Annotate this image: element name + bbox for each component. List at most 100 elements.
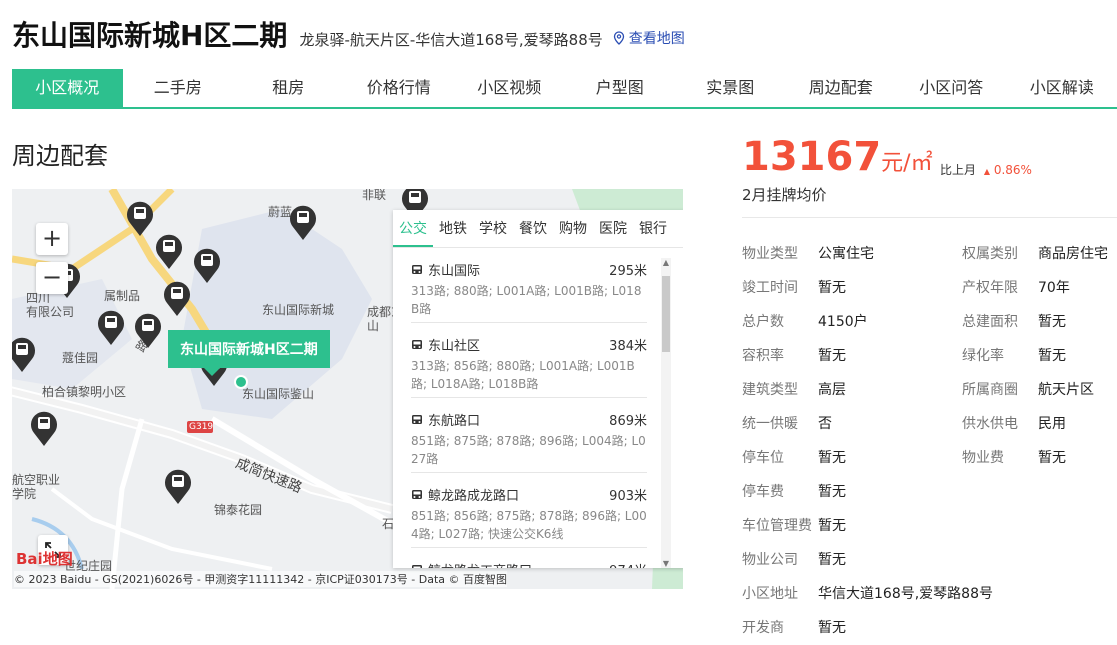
info-key: 产权年限 — [962, 271, 1038, 305]
compare-label: 比上月 — [940, 163, 976, 177]
info-row: 车位管理费暂无 — [742, 509, 993, 543]
bus-stop-marker-icon[interactable] — [29, 409, 59, 447]
info-row: 物业类型公寓住宅 — [742, 237, 993, 271]
price-note: 2月挂牌均价 — [742, 184, 827, 205]
tab-bank[interactable]: 银行 — [633, 210, 673, 247]
tab-analysis[interactable]: 小区解读 — [1007, 69, 1117, 107]
list-item[interactable]: 东山国际295米 313路; 880路; L001A路; L001B路; L01… — [411, 248, 647, 323]
tab-photos[interactable]: 实景图 — [675, 69, 786, 107]
list-item[interactable]: 东航路口869米 851路; 875路; 878路; 896路; L004路; … — [411, 398, 647, 473]
map-place-feilian: 非联 — [362, 189, 386, 203]
info-key: 总户数 — [742, 305, 818, 339]
map-place-dongshan-newcity: 东山国际新城 — [262, 301, 334, 318]
stop-routes: 851路; 856路; 875路; 878路; 896路; L004路; L02… — [411, 507, 647, 543]
info-key: 总建面积 — [962, 305, 1038, 339]
info-row: 权属类别商品房住宅 — [962, 237, 1108, 271]
tab-rent[interactable]: 租房 — [233, 69, 344, 107]
zoom-in-button[interactable]: + — [36, 223, 68, 255]
info-key: 所属商圈 — [962, 373, 1038, 407]
tab-overview[interactable]: 小区概况 — [12, 69, 123, 107]
tab-surroundings[interactable]: 周边配套 — [786, 69, 897, 107]
compare-value: 0.86% — [994, 163, 1032, 177]
view-map-link[interactable]: 查看地图 — [613, 28, 685, 48]
community-location-dot — [234, 375, 248, 389]
tab-qa[interactable]: 小区问答 — [896, 69, 1007, 107]
info-value: 暂无 — [818, 348, 846, 364]
page-title: 东山国际新城H区二期 — [12, 14, 287, 54]
price-unit: 元/㎡ — [881, 151, 932, 176]
view-map-label: 查看地图 — [629, 28, 685, 48]
tab-floor-plans[interactable]: 户型图 — [565, 69, 676, 107]
tab-school[interactable]: 学校 — [473, 210, 513, 247]
info-value: 暂无 — [818, 484, 846, 500]
list-item[interactable]: 鲸龙路成龙路口903米 851路; 856路; 875路; 878路; 896路… — [411, 473, 647, 548]
community-map-label[interactable]: 东山国际新城H区二期 — [168, 330, 330, 368]
info-key: 物业公司 — [742, 543, 818, 577]
scroll-up-arrow-icon[interactable]: ▲ — [661, 258, 671, 267]
info-row: 停车位暂无 — [742, 441, 993, 475]
info-row: 物业公司暂无 — [742, 543, 993, 577]
bus-stop-marker-icon[interactable] — [125, 199, 155, 237]
bus-stop-marker-icon[interactable] — [96, 308, 126, 346]
map-copyright: © 2023 Baidu - GS(2021)6026号 - 甲测资字11111… — [14, 571, 507, 587]
bus-stop-marker-icon[interactable] — [288, 203, 318, 241]
info-row: 建筑类型高层 — [742, 373, 993, 407]
map-place-jianshan: 东山国际鉴山 — [242, 385, 314, 402]
tab-dining[interactable]: 餐饮 — [513, 210, 553, 247]
bus-stop-marker-icon[interactable] — [12, 335, 37, 373]
tab-shopping[interactable]: 购物 — [553, 210, 593, 247]
info-value: 高层 — [818, 382, 846, 398]
map-place-koujia: 蔻佳园 — [62, 349, 98, 366]
section-title: 周边配套 — [12, 136, 108, 171]
scroll-down-arrow-icon[interactable]: ▼ — [661, 559, 671, 568]
bus-stop-marker-icon[interactable] — [192, 246, 222, 284]
scrollbar-thumb[interactable] — [662, 276, 670, 352]
map-place-products: 属制品 — [104, 287, 140, 304]
info-value: 暂无 — [1038, 450, 1066, 466]
surroundings-map[interactable]: 蔚蓝 东山国际新城 成都东山 东山国际鉴山 柏合镇黎明小区 锦泰花园 航空职业学… — [12, 189, 683, 589]
tab-bus[interactable]: 公交 — [393, 210, 433, 247]
tab-video[interactable]: 小区视频 — [454, 69, 565, 107]
info-value: 商品房住宅 — [1038, 246, 1108, 262]
info-row: 产权年限70年 — [962, 271, 1108, 305]
tab-second-hand[interactable]: 二手房 — [123, 69, 234, 107]
stop-name: 东山国际 — [428, 260, 480, 279]
stop-name: 东山社区 — [428, 335, 480, 354]
stop-distance: 974米 — [609, 560, 647, 568]
info-row: 竣工时间暂无 — [742, 271, 993, 305]
info-row: 总户数4150户 — [742, 305, 993, 339]
info-value: 4150户 — [818, 314, 868, 330]
info-value: 华信大道168号,爱琴路88号 — [818, 586, 993, 602]
tab-price-trend[interactable]: 价格行情 — [344, 69, 455, 107]
info-list-left: 物业类型公寓住宅 竣工时间暂无 总户数4150户 容积率暂无 建筑类型高层 统一… — [742, 237, 993, 645]
bus-stop-marker-icon[interactable] — [133, 311, 163, 349]
list-item[interactable]: 鲸龙路龙工商路口974米 — [411, 548, 647, 568]
info-value: 暂无 — [818, 518, 846, 534]
info-value: 暂无 — [818, 280, 846, 296]
average-price: 13167 — [742, 134, 881, 180]
info-key: 权属类别 — [962, 237, 1038, 271]
info-row: 所属商圈航天片区 — [962, 373, 1108, 407]
info-key: 绿化率 — [962, 339, 1038, 373]
info-list-right: 权属类别商品房住宅 产权年限70年 总建面积暂无 绿化率暂无 所属商圈航天片区 … — [962, 237, 1108, 475]
info-value: 暂无 — [818, 552, 846, 568]
stop-name: 东航路口 — [428, 410, 480, 429]
tab-subway[interactable]: 地铁 — [433, 210, 473, 247]
info-value: 航天片区 — [1038, 382, 1094, 398]
zoom-out-button[interactable]: − — [36, 262, 68, 294]
bus-stop-marker-icon[interactable] — [163, 467, 193, 505]
info-key: 竣工时间 — [742, 271, 818, 305]
tab-hospital[interactable]: 医院 — [593, 210, 633, 247]
info-key: 统一供暖 — [742, 407, 818, 441]
stop-distance: 903米 — [609, 485, 647, 504]
up-arrow-icon: ▲ — [984, 167, 990, 176]
list-item[interactable]: 东山社区384米 313路; 856路; 880路; L001A路; L001B… — [411, 323, 647, 398]
bus-stop-marker-icon[interactable] — [154, 232, 184, 270]
info-key: 开发商 — [742, 611, 818, 645]
page-header: 东山国际新城H区二期 龙泉驿-航天片区-华信大道168号,爱琴路88号 查看地图 — [12, 14, 685, 54]
info-key: 供水供电 — [962, 407, 1038, 441]
list-scrollbar[interactable]: ▲ ▼ — [661, 258, 671, 568]
bus-stop-marker-icon[interactable] — [162, 279, 192, 317]
info-value: 民用 — [1038, 416, 1066, 432]
stop-distance: 295米 — [609, 260, 647, 279]
